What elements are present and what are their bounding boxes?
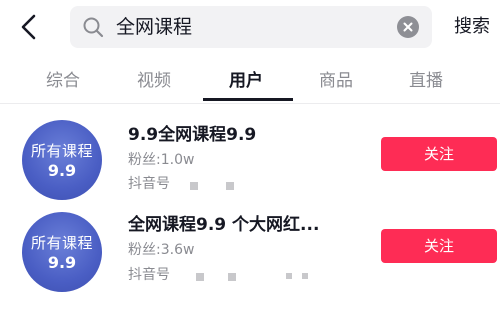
tab-live[interactable]: 直播 bbox=[409, 62, 443, 100]
back-button[interactable] bbox=[14, 8, 44, 46]
search-box[interactable]: 全网课程 bbox=[70, 6, 432, 48]
search-icon bbox=[82, 16, 104, 38]
close-icon bbox=[403, 22, 413, 32]
clear-search-button[interactable] bbox=[397, 16, 419, 38]
follow-button[interactable]: 关注 bbox=[381, 137, 497, 171]
fans-count: 粉丝:3.6w bbox=[128, 242, 195, 258]
tab-videos[interactable]: 视频 bbox=[137, 62, 171, 100]
douyin-id-label: 抖音号 bbox=[128, 176, 170, 192]
user-name[interactable]: 全网课程9.9 个大网红... bbox=[128, 214, 319, 236]
follow-button[interactable]: 关注 bbox=[381, 229, 497, 263]
active-tab-indicator bbox=[203, 98, 293, 101]
tabs-divider bbox=[0, 103, 500, 104]
redacted-id-mark bbox=[302, 273, 308, 279]
user-result-row[interactable]: 所有课程 9.9 全网课程9.9 个大网红... 粉丝:3.6w 抖音号 关注 bbox=[0, 200, 500, 300]
search-button[interactable]: 搜索 bbox=[454, 6, 490, 48]
fans-count: 粉丝:1.0w bbox=[128, 152, 195, 168]
redacted-id-mark bbox=[286, 273, 292, 279]
redacted-id-mark bbox=[226, 182, 234, 190]
search-input[interactable]: 全网课程 bbox=[116, 6, 192, 48]
tab-products[interactable]: 商品 bbox=[319, 62, 353, 100]
redacted-id-mark bbox=[228, 273, 236, 281]
chevron-left-icon bbox=[21, 14, 36, 40]
redacted-id-mark bbox=[196, 273, 204, 281]
user-result-row[interactable]: 所有课程 9.9 9.9全网课程9.9 粉丝:1.0w 抖音号 关注 bbox=[0, 108, 500, 204]
redacted-id-mark bbox=[190, 182, 198, 190]
tab-users[interactable]: 用户 bbox=[229, 62, 263, 100]
douyin-id-label: 抖音号 bbox=[128, 267, 170, 283]
tab-comprehensive[interactable]: 综合 bbox=[46, 62, 80, 100]
avatar[interactable]: 所有课程 9.9 bbox=[22, 212, 102, 292]
avatar[interactable]: 所有课程 9.9 bbox=[22, 120, 102, 200]
user-name[interactable]: 9.9全网课程9.9 bbox=[128, 124, 256, 146]
